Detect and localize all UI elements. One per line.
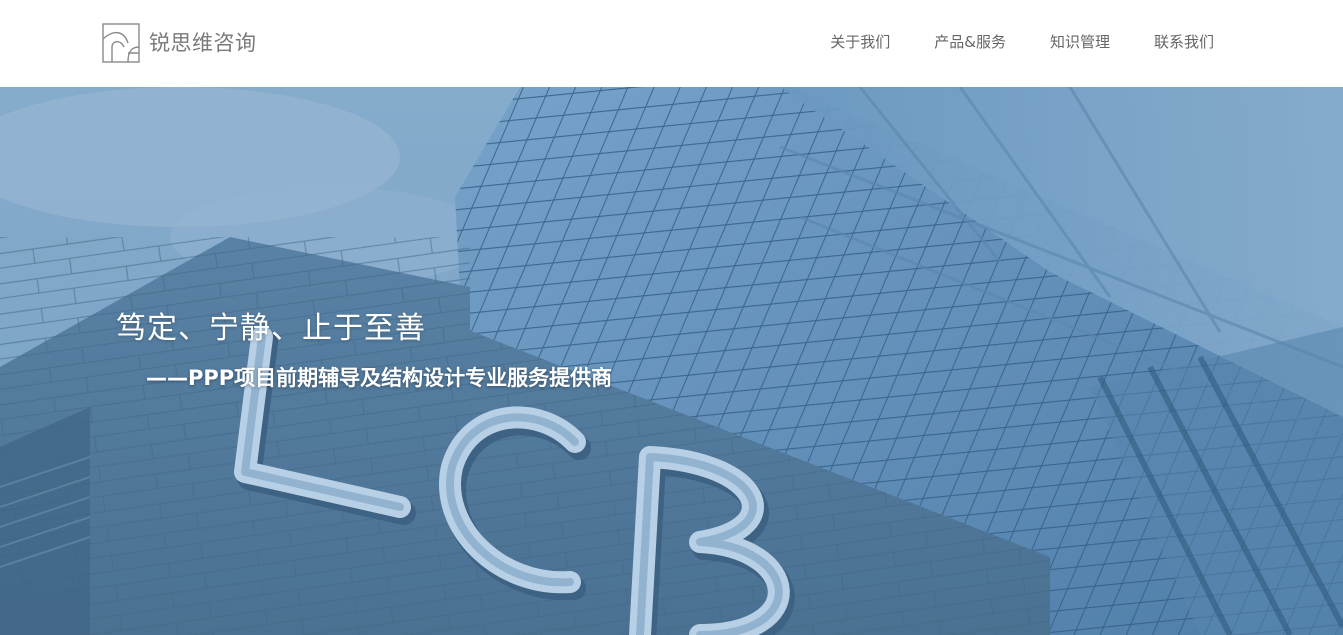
main-nav: 关于我们 产品&服务 知识管理 联系我们 <box>830 31 1214 53</box>
nav-item-knowledge[interactable]: 知识管理 <box>1050 31 1110 53</box>
company-logo-icon <box>102 23 140 63</box>
nav-item-contact[interactable]: 联系我们 <box>1154 31 1214 53</box>
hero-banner: 笃定、宁静、止于至善 ——PPP项目前期辅导及结构设计专业服务提供商 <box>0 87 1343 635</box>
top-header: 锐思维咨询 关于我们 产品&服务 知识管理 联系我们 <box>0 0 1343 87</box>
logo-link[interactable]: 锐思维咨询 <box>102 23 257 63</box>
nav-item-about[interactable]: 关于我们 <box>830 31 890 53</box>
hero-title: 笃定、宁静、止于至善 <box>116 311 426 346</box>
hero-subtitle: ——PPP项目前期辅导及结构设计专业服务提供商 <box>146 366 613 390</box>
brand-name: 锐思维咨询 <box>149 31 257 55</box>
nav-item-products[interactable]: 产品&服务 <box>934 31 1006 53</box>
hero-building-image <box>0 87 1343 635</box>
